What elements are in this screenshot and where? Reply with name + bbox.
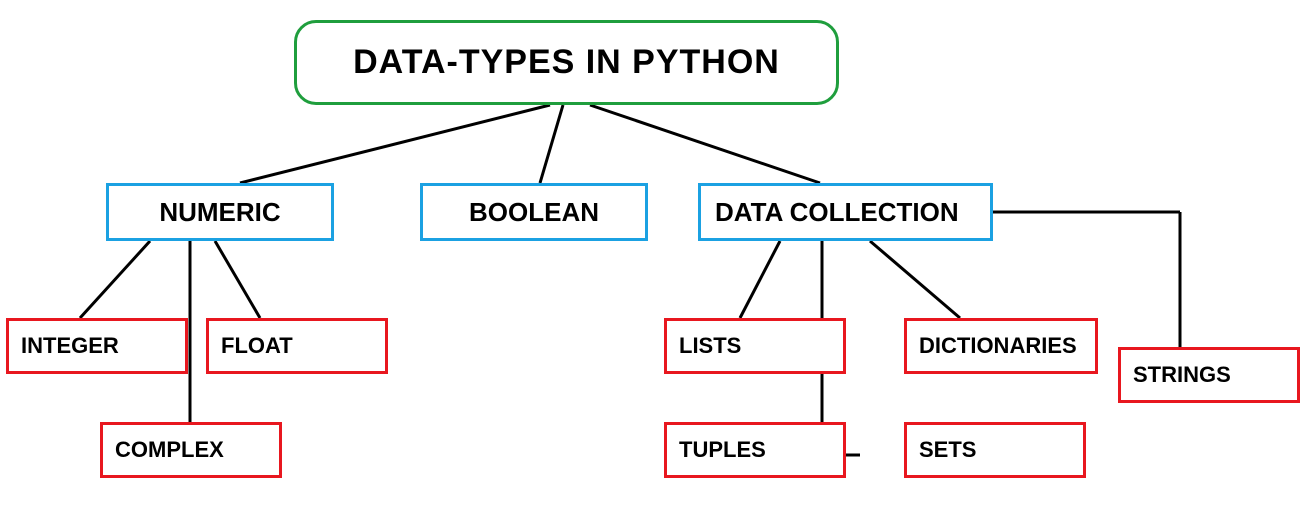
leaf-strings-label: STRINGS — [1133, 362, 1231, 388]
leaf-dictionaries-label: DICTIONARIES — [919, 333, 1077, 359]
leaf-sets-label: SETS — [919, 437, 976, 463]
leaf-integer-label: INTEGER — [21, 333, 119, 359]
leaf-float: FLOAT — [206, 318, 388, 374]
category-data-collection-label: DATA COLLECTION — [715, 197, 959, 228]
leaf-lists-label: LISTS — [679, 333, 741, 359]
category-numeric-label: NUMERIC — [159, 197, 280, 228]
leaf-sets: SETS — [904, 422, 1086, 478]
leaf-complex: COMPLEX — [100, 422, 282, 478]
leaf-tuples-label: TUPLES — [679, 437, 766, 463]
category-boolean: BOOLEAN — [420, 183, 648, 241]
leaf-complex-label: COMPLEX — [115, 437, 224, 463]
category-boolean-label: BOOLEAN — [469, 197, 599, 228]
category-numeric: NUMERIC — [106, 183, 334, 241]
root-title: DATA-TYPES IN PYTHON — [353, 43, 780, 82]
leaf-strings: STRINGS — [1118, 347, 1300, 403]
leaf-tuples: TUPLES — [664, 422, 846, 478]
leaf-integer: INTEGER — [6, 318, 188, 374]
leaf-lists: LISTS — [664, 318, 846, 374]
root-node-datatypes: DATA-TYPES IN PYTHON — [294, 20, 839, 105]
category-data-collection: DATA COLLECTION — [698, 183, 993, 241]
leaf-float-label: FLOAT — [221, 333, 293, 359]
leaf-dictionaries: DICTIONARIES — [904, 318, 1098, 374]
